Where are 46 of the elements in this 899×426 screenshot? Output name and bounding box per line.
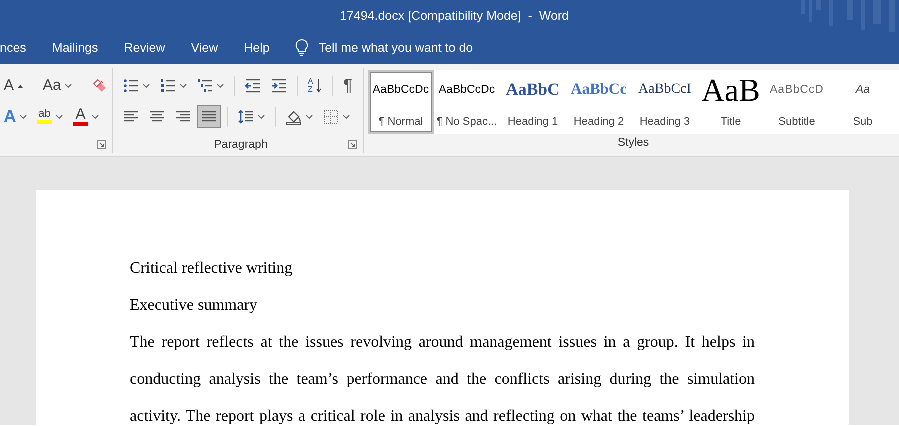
eraser-icon — [92, 78, 108, 94]
ribbon-tab[interactable]: Review — [111, 32, 178, 64]
ribbon-tab[interactable]: View — [178, 32, 232, 64]
ribbon-tab[interactable]: nces — [0, 32, 40, 64]
show-marks-button[interactable]: ¶ — [339, 74, 357, 97]
justify-button[interactable] — [197, 105, 221, 128]
group-label: Styles — [618, 136, 650, 148]
border-grid-icon — [323, 108, 339, 124]
group-label: Paragraph — [214, 138, 268, 150]
window-title: 17494.docx [Compatibility Mode] - Word — [340, 9, 570, 23]
multilevel-list-icon — [197, 78, 213, 94]
dialog-launcher-icon[interactable] — [348, 140, 357, 149]
style-gallery-item[interactable]: AaBbCc Heading 2 — [566, 70, 632, 134]
style-gallery-item[interactable]: AaBbCcI Heading 3 — [632, 70, 698, 134]
justify-icon — [201, 108, 217, 124]
text-effects-button[interactable]: A — [0, 105, 32, 128]
style-gallery-item[interactable]: Aa Sub — [830, 70, 896, 134]
document-heading: Critical reflective writing — [130, 259, 293, 279]
style-gallery-item[interactable]: AaBbC Heading 1 — [500, 70, 566, 134]
ribbon-tab[interactable]: Help — [231, 32, 283, 64]
dialog-launcher-icon[interactable] — [97, 140, 106, 149]
style-gallery-item[interactable]: AaBbCcDc ¶ No Spac... — [434, 70, 500, 134]
align-left-icon — [123, 108, 139, 124]
style-gallery-item[interactable]: AaBbCcDc ¶ Normal — [368, 70, 434, 134]
numbered-list-icon — [160, 78, 176, 94]
shrink-font-button[interactable]: A — [0, 74, 28, 97]
change-case-button[interactable]: Aa — [39, 74, 76, 97]
align-center-icon — [149, 108, 165, 124]
highlight-button[interactable]: ab — [33, 105, 68, 128]
style-gallery-item[interactable]: AaB Title — [698, 70, 764, 134]
lightbulb-icon — [294, 39, 309, 57]
sort-button[interactable]: AZ — [304, 74, 326, 97]
bullet-list-icon — [123, 78, 139, 94]
body-paragraph: The report reflects at the issues revolving around management issues in a group. It helps in conducting analysis the team’s performance and the conflicts arising during the simulation activity. The report plays a critical role in analysis and reflecting on what the teams’ leadership — [130, 333, 755, 426]
decrease-indent-icon — [245, 78, 261, 94]
paint-bucket-icon — [286, 108, 302, 124]
ribbon-tab[interactable]: Mailings — [39, 32, 112, 64]
document-heading: Executive summary — [130, 296, 258, 316]
increase-indent-icon — [271, 78, 287, 94]
tell-me-search-field[interactable]: Tell me what you want to do — [294, 39, 519, 57]
align-right-icon — [175, 108, 191, 124]
style-gallery-item[interactable]: AaBbCcD Subtitle — [764, 70, 830, 134]
line-spacing-icon — [238, 108, 254, 124]
caret-icon — [18, 84, 24, 88]
down-arrow-icon — [316, 78, 322, 94]
font-color-button[interactable]: A — [69, 105, 104, 128]
